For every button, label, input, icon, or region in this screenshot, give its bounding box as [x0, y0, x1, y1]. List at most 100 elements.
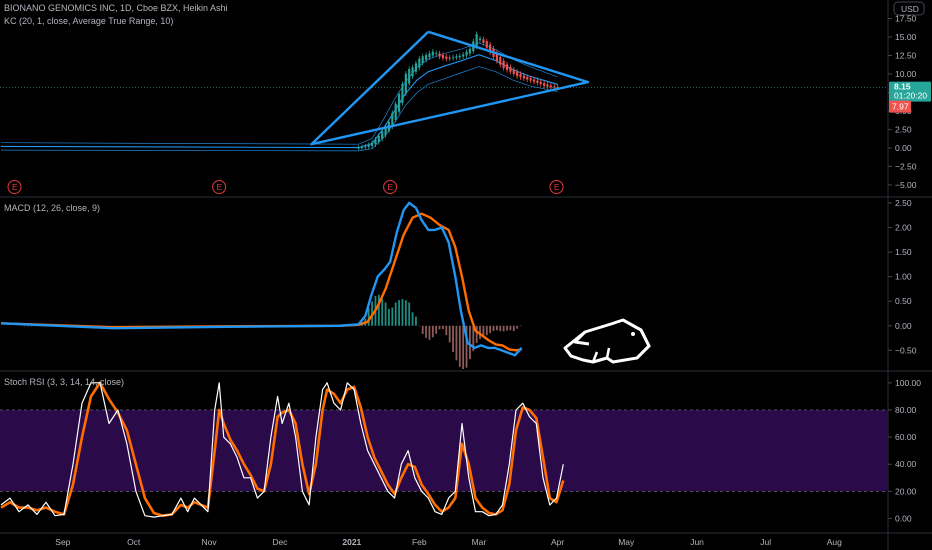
candle-body [431, 51, 434, 56]
macd-line [0, 201, 523, 357]
candle-body [364, 146, 367, 148]
candle-body [465, 51, 468, 56]
stoch-ytick-label: 0.00 [895, 513, 912, 523]
macd-histogram-bar [381, 298, 384, 326]
candle-body [462, 54, 465, 57]
stoch-ytick-label: 40.00 [895, 459, 917, 469]
macd-histogram-bar [438, 325, 441, 330]
price-ytick-label: 12.50 [895, 50, 917, 60]
candle-body [360, 147, 364, 149]
candle-body [505, 64, 509, 70]
x-axis-label: Jul [760, 537, 771, 547]
macd-histogram-bar [428, 325, 431, 340]
candle-body [522, 75, 525, 79]
candle-body [526, 77, 529, 80]
candle-body [519, 73, 522, 78]
candle-body [377, 135, 380, 142]
low-price-value: 7.97 [892, 102, 909, 112]
macd-histogram-bar [485, 325, 488, 336]
macd-histogram-bar [462, 325, 465, 370]
x-axis-label: Dec [272, 537, 288, 547]
macd-histogram-bar [394, 302, 397, 326]
stoch-ytick-label: 60.00 [895, 432, 917, 442]
candle-body [475, 34, 478, 47]
macd-histogram-bar [415, 316, 417, 326]
candle-body [539, 81, 542, 85]
price-pane-title: BIONANO GENOMICS INC, 1D, Cboe BZX, Heik… [4, 3, 228, 13]
candle-body [458, 55, 461, 58]
macd-histogram-bar [496, 325, 498, 331]
macd-histogram-bar [27, 325, 29, 327]
candle-body [512, 69, 515, 74]
x-axis-label: Jun [690, 537, 704, 547]
macd-histogram-bar [435, 325, 438, 334]
macd-histogram-bar [377, 294, 380, 326]
macd-histogram-bar [431, 325, 434, 338]
candle-body [546, 84, 549, 87]
candle-body [367, 144, 370, 147]
price-ytick-label: 10.00 [895, 69, 917, 79]
macd-histogram-bar [384, 302, 387, 326]
candle-body [455, 56, 458, 58]
macd-histogram-bar [455, 325, 458, 361]
macd-signal-line [0, 212, 522, 352]
candle-body [485, 41, 488, 48]
earnings-marker-label: E [12, 182, 18, 192]
x-axis-label: Sep [55, 537, 70, 547]
x-axis-label: Mar [472, 537, 487, 547]
pointing-hand-icon [563, 318, 651, 364]
x-axis-label: Oct [127, 537, 141, 547]
price-ytick-label: −2.50 [895, 161, 917, 171]
macd-histogram-bar [489, 325, 492, 334]
x-axis-label: 2021 [342, 537, 361, 547]
macd-ytick-label: 1.00 [895, 272, 912, 282]
keltner-upper-line [0, 42, 558, 145]
x-axis-label: Apr [551, 537, 564, 547]
macd-histogram-bar [452, 325, 454, 352]
earnings-marker-label: E [554, 182, 560, 192]
candle-body [428, 53, 431, 58]
candle-body [499, 56, 502, 65]
candle-body [408, 69, 411, 84]
candle-body [448, 57, 451, 59]
macd-histogram-bar [492, 325, 495, 331]
candle-body [391, 112, 394, 127]
macd-histogram-bar [445, 325, 448, 336]
candle-body [421, 56, 424, 64]
stoch-ytick-label: 80.00 [895, 405, 917, 415]
macd-histogram-bar [448, 325, 451, 343]
candle-body [438, 53, 441, 57]
macd-histogram-bar [367, 308, 370, 326]
candle-body [549, 85, 552, 88]
candle-body [441, 54, 445, 59]
macd-ytick-label: 1.50 [895, 247, 912, 257]
macd-histogram-bar [404, 300, 407, 326]
macd-ytick-label: −0.50 [895, 345, 917, 355]
macd-histogram-bar [408, 302, 411, 326]
candle-body [424, 55, 428, 60]
candle-body [401, 83, 404, 103]
earnings-marker-label: E [217, 182, 223, 192]
price-ytick-label: 2.50 [895, 124, 912, 134]
candle-body [435, 53, 438, 55]
candle-body [468, 48, 472, 54]
macd-histogram-bar [502, 325, 505, 332]
candle-body [411, 67, 414, 77]
stoch-ytick-label: 20.00 [895, 486, 917, 496]
macd-histogram-bar [516, 325, 519, 329]
x-axis-label: May [618, 537, 635, 547]
candle-body [543, 83, 546, 86]
candle-body [418, 58, 421, 68]
stoch-rsi-pane-title: Stoch RSI (3, 3, 14, 14, close) [4, 377, 124, 387]
macd-histogram-bar [519, 325, 522, 326]
candle-body [451, 57, 455, 59]
macd-histogram-bar [418, 325, 421, 327]
candle-body [445, 56, 448, 59]
macd-ytick-label: 2.00 [895, 222, 912, 232]
macd-histogram-bar [421, 325, 424, 335]
candle-body [394, 103, 397, 120]
price-ytick-label: −5.00 [895, 180, 917, 190]
chart-canvas[interactable]: −5.00−2.500.002.505.007.5010.0012.5015.0… [0, 0, 932, 550]
candle-body [404, 73, 407, 94]
price-ytick-label: 15.00 [895, 32, 917, 42]
